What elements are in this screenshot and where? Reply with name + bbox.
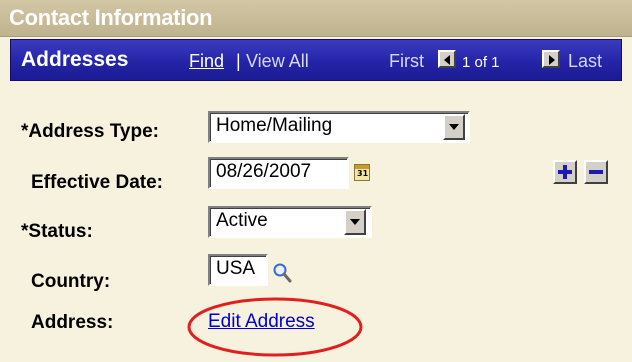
status-dropdown-button[interactable] [344, 209, 366, 235]
arrow-left-icon [444, 55, 450, 65]
arrow-right-icon [549, 55, 555, 65]
calendar-icon-number: 31 [357, 169, 369, 178]
calendar-icon[interactable]: 31 [354, 164, 370, 181]
section-title: Contact Information [9, 5, 213, 30]
minus-icon [589, 170, 603, 174]
address-type-select[interactable]: Home/Mailing [208, 111, 470, 143]
delete-row-button[interactable] [584, 160, 608, 184]
view-all-link[interactable]: View All [246, 51, 309, 72]
effective-date-label: Effective Date: [31, 172, 163, 193]
grid-title: Addresses [21, 48, 129, 71]
status-value: Active [216, 210, 268, 231]
status-label: *Status: [21, 221, 93, 242]
country-input[interactable]: USA [208, 254, 268, 286]
annotation-circle [187, 297, 363, 357]
country-label: Country: [31, 271, 111, 292]
next-row-button[interactable] [542, 50, 560, 68]
row-count: 1 of 1 [462, 54, 500, 71]
chevron-down-icon [350, 219, 360, 225]
address-type-value: Home/Mailing [216, 115, 333, 136]
plus-icon-vertical [563, 165, 567, 179]
grid-header-bar: Addresses Find | View All First 1 of 1 L… [10, 39, 622, 81]
last-link[interactable]: Last [568, 51, 602, 72]
find-link[interactable]: Find [189, 51, 224, 72]
nav-separator: | [236, 51, 241, 71]
effective-date-value: 08/26/2007 [216, 161, 312, 182]
chevron-down-icon [449, 124, 459, 130]
section-header: Contact Information [0, 0, 632, 37]
previous-row-button[interactable] [438, 50, 456, 68]
first-link[interactable]: First [389, 51, 424, 72]
magnifier-icon[interactable] [272, 262, 292, 284]
effective-date-input[interactable]: 08/26/2007 [208, 157, 349, 189]
address-type-label: *Address Type: [21, 121, 159, 142]
country-value: USA [216, 258, 256, 279]
add-row-button[interactable] [553, 160, 577, 184]
address-type-dropdown-button[interactable] [443, 114, 465, 140]
address-label: Address: [31, 312, 114, 333]
